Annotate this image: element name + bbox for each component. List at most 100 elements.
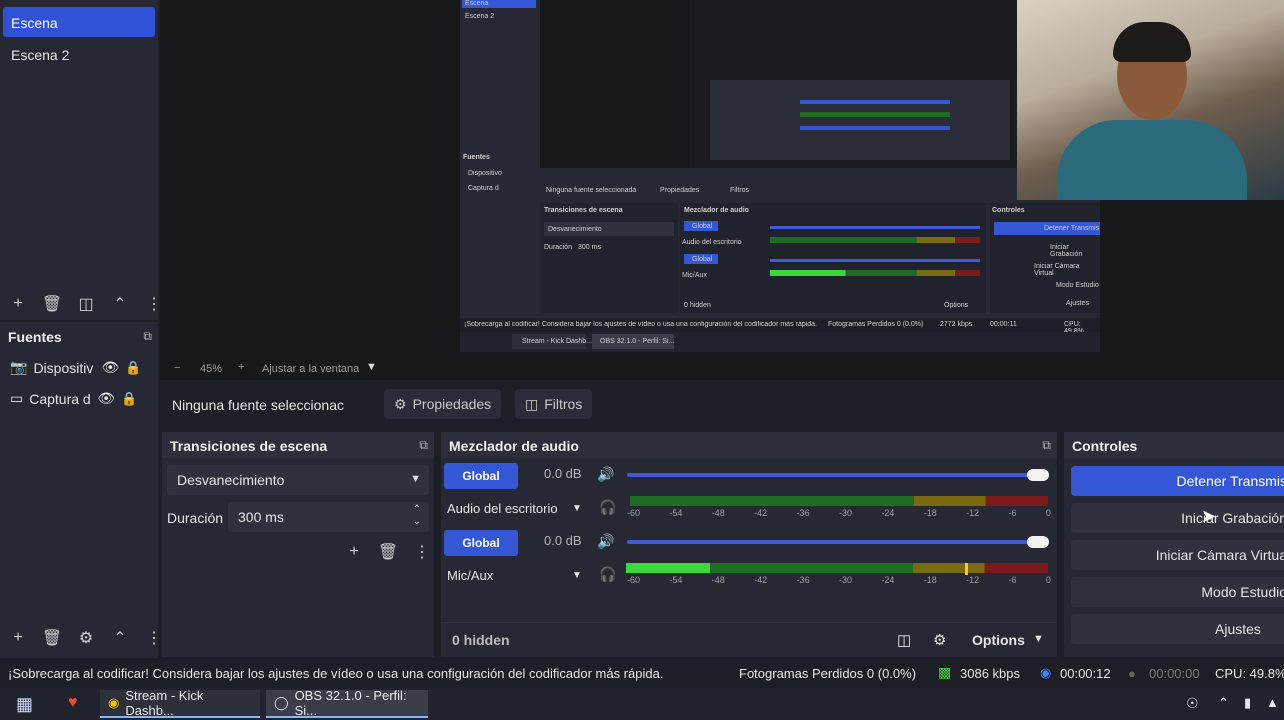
filter-icon: ◫ [525,395,539,412]
mini-start-rec: Iniciar Grabación [1050,244,1083,258]
monitor-icon: ▭ [10,390,24,406]
speaker-icon[interactable]: 🔊 [597,466,614,483]
tick: -48 [711,575,725,585]
mini-controls: Controles [992,207,1025,214]
meter-ticks: -60 -54 -48 -42 -36 -30 -24 -18 -12 -6 0 [627,575,1051,587]
studio-mode-button[interactable]: Modo Estudio [1071,577,1284,607]
mini-options: Options [944,302,969,309]
windows-taskbar: ▦ ♥ ◉ Stream - Kick Dashb... ◯ OBS 32.1.… [0,688,1284,720]
eye-icon[interactable]: 👁 [101,359,119,376]
mini-source: Captura d [468,185,499,192]
gear-icon[interactable]: ⚙ [76,628,96,648]
network-activity-icon[interactable]: ☉ [1186,695,1199,712]
mini-kbps: 2772 kbps [940,321,973,328]
taskbar-item-obs[interactable]: ◯ OBS 32.1.0 - Perfil: Si... [266,688,428,718]
add-icon[interactable]: + [8,628,28,648]
status-bar: ¡Sobrecarga al codificar! Considera baja… [0,658,1284,688]
volume-slider[interactable] [627,540,1047,544]
controls-header: Controles [1064,432,1284,458]
chevron-down-icon[interactable]: ▼ [572,570,582,581]
more-icon[interactable]: ⋮ [144,628,164,648]
fit-window-label[interactable]: Ajustar a la ventana [262,363,359,375]
sources-dock-header: Fuentes ⧉ [0,322,158,350]
add-icon[interactable]: + [8,294,28,314]
mixer-title: Mezclador de audio [449,438,579,454]
source-label: Captura d [29,390,91,407]
gear-icon[interactable]: ⚙ [933,631,946,649]
properties-button[interactable]: ⚙ Propiedades [384,389,502,419]
start-menu-icon[interactable]: ▦ [16,694,33,715]
mini-global: Global [692,256,713,263]
tick: -36 [796,508,810,518]
headphones-icon[interactable]: 🎧 [599,499,616,516]
gear-icon: ⚙ [394,395,407,412]
global-button[interactable]: Global [444,530,518,556]
options-button[interactable]: Options [972,632,1025,648]
mini-filters: Filtros [730,187,750,194]
scene-item-escena[interactable]: Escena [3,7,155,37]
chevron-up-icon[interactable]: ⌃ [1218,695,1229,711]
mini-transitions: Transiciones de escena [544,207,623,214]
trash-icon[interactable]: 🗑 [42,294,62,314]
taskbar-item-chrome[interactable]: ◉ Stream - Kick Dashb... [100,688,260,718]
chevron-down-icon[interactable]: ▼ [366,361,377,373]
db-value: 0.0 dB [544,533,582,548]
trash-icon[interactable]: 🗑 [378,542,398,562]
volume-slider-knob[interactable] [1027,469,1049,481]
transition-selected: Desvanecimiento [177,472,285,488]
more-icon[interactable]: ⋮ [412,542,432,562]
speaker-icon[interactable]: 🔊 [597,533,614,550]
filter-icon[interactable]: ◫ [76,294,96,314]
filters-button[interactable]: ◫ Filtros [515,389,593,419]
lock-icon[interactable]: 🔒 [125,360,141,376]
battery-icon[interactable]: ▮ [1244,695,1251,711]
sources-dock: 📷 Dispositiv 👁 🔒 ▭ Captura d 👁 🔒 + 🗑 ⚙ ⌃… [0,350,162,658]
start-recording-button[interactable]: Iniciar Grabación [1071,503,1284,533]
source-item-captura[interactable]: ▭ Captura d 👁 🔒 [10,390,150,407]
headphones-icon[interactable]: 🎧 [599,566,616,583]
mini-source: Dispositivo [468,170,502,177]
obs-window: Escena Escena 2 + 🗑 ◫ ⌃ ⋮ Fuentes ⧉ 📷 Di… [0,0,1284,720]
zoom-out-icon[interactable]: − [174,362,180,374]
mini-studio: Modo Estudio [1056,282,1099,289]
stop-streaming-button[interactable]: Detener Transmis [1071,466,1284,496]
zoom-in-icon[interactable]: + [238,361,244,373]
undock-icon[interactable]: ⧉ [143,329,152,344]
chevron-up-icon[interactable]: ⌃ [110,628,130,648]
scenes-dock: Escena Escena 2 + 🗑 ◫ ⌃ ⋮ [0,0,162,320]
level-meter [630,496,1048,506]
transition-select[interactable]: Desvanecimiento ▼ [167,465,429,495]
transitions-header: Transiciones de escena ⧉ [162,432,434,458]
record-status-icon: ● [1128,666,1136,681]
sources-title: Fuentes [8,329,62,345]
duration-input[interactable]: 300 ms ⌃ ⌄ [228,502,429,532]
volume-slider-knob[interactable] [1027,536,1049,548]
source-item-dispositivo[interactable]: 📷 Dispositiv 👁 🔒 [10,359,150,376]
wifi-icon[interactable]: ▲ [1266,695,1279,710]
settings-button[interactable]: Ajustes [1071,614,1284,644]
scene-item-escena-2[interactable]: Escena 2 [3,39,155,69]
chevron-down-icon[interactable]: ▼ [1033,633,1044,645]
mini-task: Stream - Kick Dashb... [522,338,593,345]
trash-icon[interactable]: 🗑 [42,628,62,648]
mini-stop: Detener Transmis [1044,225,1100,232]
layout-icon[interactable]: ◫ [897,631,911,649]
brave-icon[interactable]: ♥ [68,694,78,712]
add-icon[interactable]: + [344,542,364,562]
chevron-down-icon[interactable]: ▼ [572,503,582,514]
mini-mixer: Mezclador de audio [684,207,749,214]
undock-icon[interactable]: ⧉ [419,438,428,453]
tick: -6 [1008,575,1017,585]
volume-slider[interactable] [627,473,1047,477]
chevron-up-icon[interactable]: ⌃ [110,294,130,314]
lock-icon[interactable]: 🔒 [121,391,137,407]
start-virtual-camera-button[interactable]: Iniciar Cámara Virtua [1071,540,1284,570]
undock-icon[interactable]: ⧉ [1042,438,1051,453]
spinner-icon[interactable]: ⌃ ⌄ [413,504,421,528]
eye-icon[interactable]: 👁 [97,390,115,407]
mini-task: OBS 32.1.0 - Perfil: Si... [600,338,675,345]
global-button[interactable]: Global [444,463,518,489]
sources-toolbar: + 🗑 ⚙ ⌃ ⋮ [8,628,164,648]
encoder-warning: ¡Sobrecarga al codificar! Considera baja… [8,666,664,681]
zoom-level: 45% [200,363,223,375]
